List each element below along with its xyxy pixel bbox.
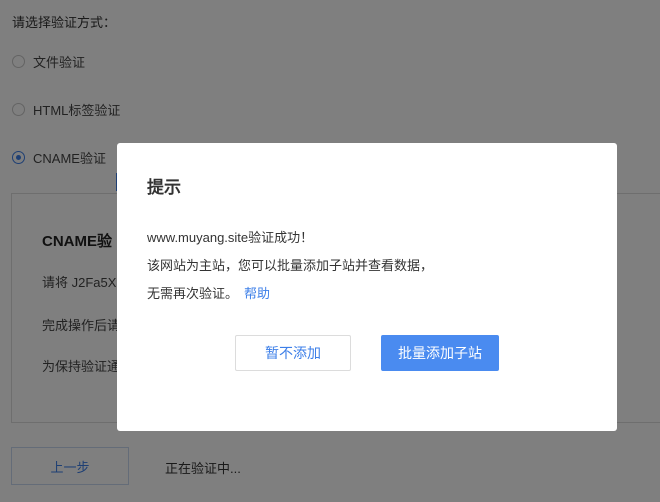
dialog-title: 提示 xyxy=(147,178,181,197)
dialog-info-message: 该网站为主站，您可以批量添加子站并查看数据， xyxy=(147,258,434,273)
dialog-info-line: 无需再次验证。 帮助 xyxy=(147,283,270,302)
dialog-success-message: www.muyang.site验证成功！ xyxy=(147,230,314,245)
bulk-add-subsites-button[interactable]: 批量添加子站 xyxy=(381,335,499,371)
skip-add-button[interactable]: 暂不添加 xyxy=(235,335,351,371)
verification-page: 请选择验证方式： 文件验证 HTML标签验证 CNAME验证 CNAME验 请将… xyxy=(0,0,660,502)
dialog-no-reverify-text: 无需再次验证。 xyxy=(147,286,239,301)
help-link[interactable]: 帮助 xyxy=(244,286,270,301)
success-dialog: 提示 www.muyang.site验证成功！ 该网站为主站，您可以批量添加子站… xyxy=(117,143,617,431)
